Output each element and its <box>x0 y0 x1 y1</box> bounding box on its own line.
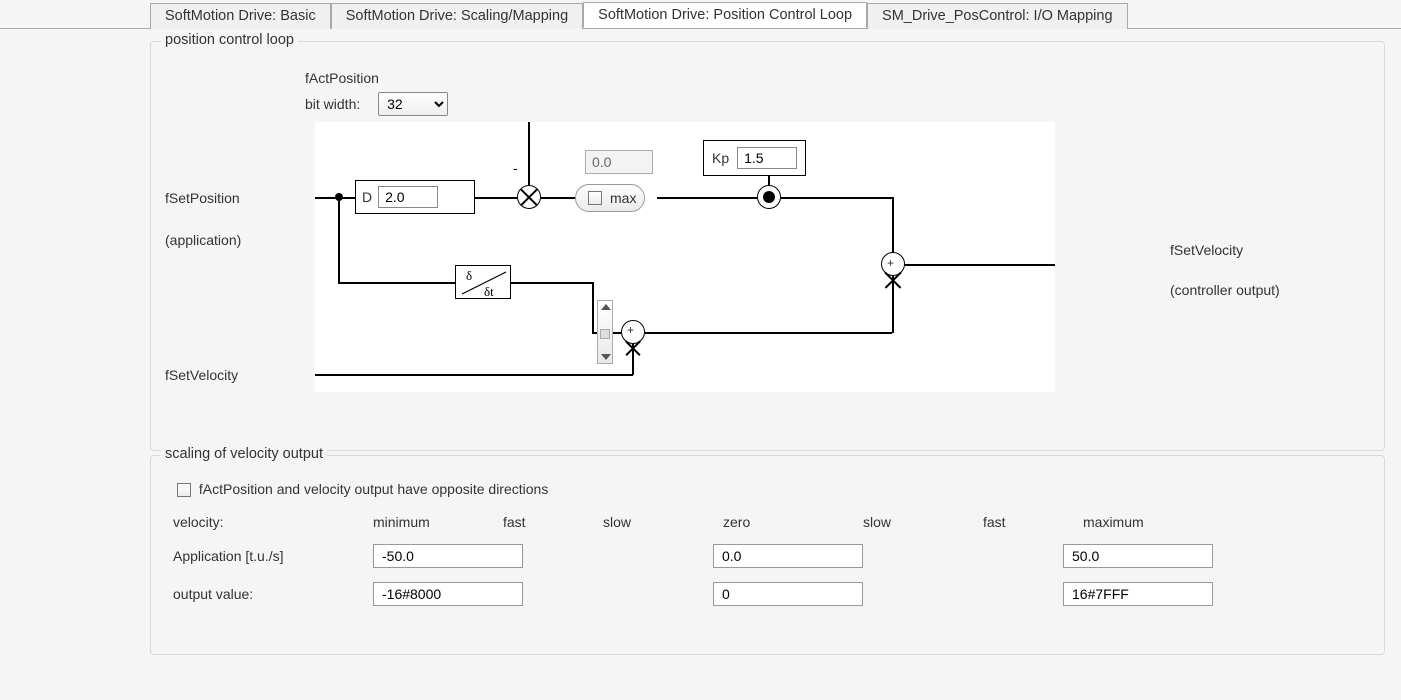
col-maximum: maximum <box>1083 514 1213 530</box>
select-bit-width[interactable]: 32 <box>378 92 448 116</box>
checkbox-max[interactable] <box>588 191 602 205</box>
group-scaling: scaling of velocity output fActPosition … <box>150 455 1385 655</box>
label-fSetVelocity-out: fSetVelocity <box>1170 242 1243 258</box>
label-application-row: Application [t.u./s] <box>173 548 373 564</box>
control-diagram: D - <box>315 122 1055 392</box>
input-out-zero[interactable] <box>713 582 863 606</box>
col-minimum: minimum <box>373 514 503 530</box>
col-slow1: slow <box>603 514 723 530</box>
svg-text:δt: δt <box>484 284 494 299</box>
input-Kp[interactable] <box>737 147 797 169</box>
label-opposite: fActPosition and velocity output have op… <box>199 481 548 497</box>
tabstrip: SoftMotion Drive: Basic SoftMotion Drive… <box>0 0 1401 28</box>
label-application: (application) <box>165 232 241 248</box>
group-scaling-legend: scaling of velocity output <box>161 446 327 462</box>
tab-position-control[interactable]: SoftMotion Drive: Position Control Loop <box>583 2 867 28</box>
input-out-min[interactable] <box>373 582 523 606</box>
col-slow2: slow <box>863 514 983 530</box>
d-block: D <box>355 180 475 214</box>
label-fActPosition: fActPosition <box>305 70 1370 86</box>
minus-sign: - <box>513 160 518 176</box>
input-app-zero[interactable] <box>713 544 863 568</box>
label-D: D <box>362 189 372 205</box>
slider-feedforward[interactable] <box>597 300 613 364</box>
tab-basic[interactable]: SoftMotion Drive: Basic <box>150 3 331 29</box>
kp-block: Kp <box>703 140 806 176</box>
label-velocity: velocity: <box>173 514 373 530</box>
input-D[interactable] <box>378 186 438 208</box>
svg-text:δ: δ <box>466 268 472 283</box>
group-position-control: position control loop fActPosition bit w… <box>150 41 1385 451</box>
checkbox-opposite-label[interactable]: fActPosition and velocity output have op… <box>173 481 548 497</box>
input-app-max[interactable] <box>1063 544 1213 568</box>
col-zero: zero <box>723 514 863 530</box>
derivative-block: δ δt <box>455 265 511 299</box>
label-max: max <box>610 190 636 206</box>
input-out-max[interactable] <box>1063 582 1213 606</box>
label-fSetPosition: fSetPosition <box>165 190 240 206</box>
label-output-row: output value: <box>173 586 373 602</box>
col-fast2: fast <box>983 514 1083 530</box>
label-controller-output: (controller output) <box>1170 282 1280 298</box>
checkbox-opposite[interactable] <box>177 483 191 497</box>
tab-body: position control loop fActPosition bit w… <box>0 28 1401 698</box>
tab-io-mapping[interactable]: SM_Drive_PosControl: I/O Mapping <box>867 3 1128 29</box>
label-bit-width: bit width: <box>305 96 360 112</box>
window: SoftMotion Drive: Basic SoftMotion Drive… <box>0 0 1401 700</box>
col-fast1: fast <box>503 514 603 530</box>
label-fSetVelocity-in: fSetVelocity <box>165 367 238 383</box>
group-legend: position control loop <box>161 32 298 48</box>
input-app-min[interactable] <box>373 544 523 568</box>
tab-scaling[interactable]: SoftMotion Drive: Scaling/Mapping <box>331 3 583 29</box>
label-Kp: Kp <box>712 150 729 166</box>
max-block: max <box>575 184 645 212</box>
input-dead <box>585 150 653 174</box>
